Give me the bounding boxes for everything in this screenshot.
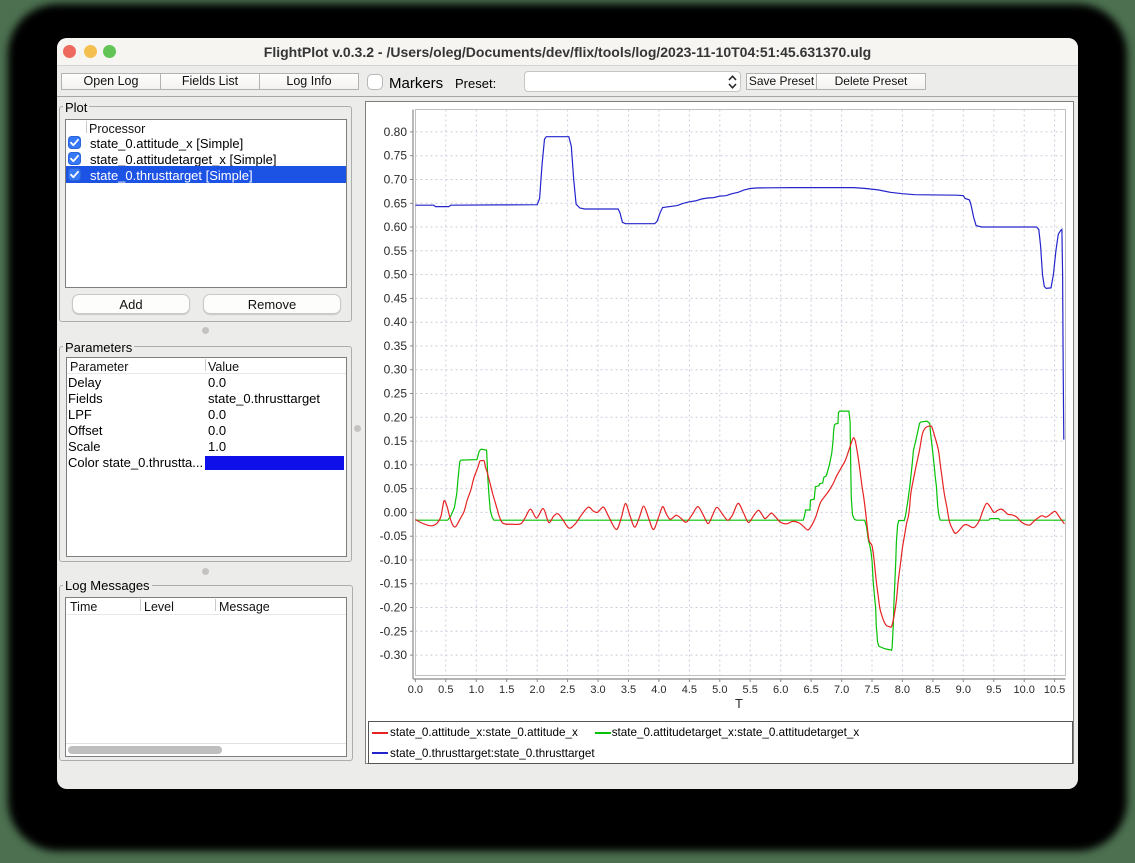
svg-text:-0.30: -0.30 xyxy=(380,648,408,662)
svg-text:0.05: 0.05 xyxy=(384,482,408,496)
svg-text:0.0: 0.0 xyxy=(408,684,423,696)
svg-text:7.5: 7.5 xyxy=(864,684,879,696)
svg-text:0.00: 0.00 xyxy=(384,505,408,519)
svg-text:3.0: 3.0 xyxy=(590,684,605,696)
svg-text:3.5: 3.5 xyxy=(621,684,636,696)
svg-text:8.0: 8.0 xyxy=(895,684,910,696)
svg-text:0.10: 0.10 xyxy=(384,458,408,472)
svg-text:0.20: 0.20 xyxy=(384,410,408,424)
svg-text:0.55: 0.55 xyxy=(384,244,408,258)
svg-text:10.0: 10.0 xyxy=(1013,684,1034,696)
svg-text:0.25: 0.25 xyxy=(384,387,408,401)
svg-text:0.40: 0.40 xyxy=(384,315,408,329)
svg-text:0.50: 0.50 xyxy=(384,268,408,282)
svg-text:1.0: 1.0 xyxy=(469,684,484,696)
svg-text:6.0: 6.0 xyxy=(773,684,788,696)
svg-text:0.80: 0.80 xyxy=(384,125,408,139)
svg-text:0.5: 0.5 xyxy=(438,684,453,696)
svg-text:4.0: 4.0 xyxy=(651,684,666,696)
svg-text:0.45: 0.45 xyxy=(384,291,408,305)
svg-text:0.15: 0.15 xyxy=(384,434,408,448)
svg-text:T: T xyxy=(735,696,743,711)
svg-text:10.5: 10.5 xyxy=(1044,684,1065,696)
svg-text:9.0: 9.0 xyxy=(956,684,971,696)
svg-text:1.5: 1.5 xyxy=(499,684,514,696)
svg-text:-0.10: -0.10 xyxy=(380,553,408,567)
svg-text:0.65: 0.65 xyxy=(384,196,408,210)
svg-text:0.70: 0.70 xyxy=(384,173,408,187)
svg-text:0.75: 0.75 xyxy=(384,149,408,163)
svg-text:0.30: 0.30 xyxy=(384,363,408,377)
svg-text:-0.05: -0.05 xyxy=(380,529,408,543)
svg-text:5.5: 5.5 xyxy=(743,684,758,696)
svg-text:0.60: 0.60 xyxy=(384,220,408,234)
svg-text:-0.20: -0.20 xyxy=(380,601,408,615)
svg-text:2.5: 2.5 xyxy=(560,684,575,696)
svg-text:4.5: 4.5 xyxy=(682,684,697,696)
svg-text:6.5: 6.5 xyxy=(803,684,818,696)
svg-text:0.35: 0.35 xyxy=(384,339,408,353)
svg-text:7.0: 7.0 xyxy=(834,684,849,696)
svg-text:5.0: 5.0 xyxy=(712,684,727,696)
svg-text:-0.15: -0.15 xyxy=(380,577,408,591)
svg-text:8.5: 8.5 xyxy=(925,684,940,696)
svg-text:9.5: 9.5 xyxy=(986,684,1001,696)
svg-text:-0.25: -0.25 xyxy=(380,624,408,638)
svg-text:2.0: 2.0 xyxy=(530,684,545,696)
